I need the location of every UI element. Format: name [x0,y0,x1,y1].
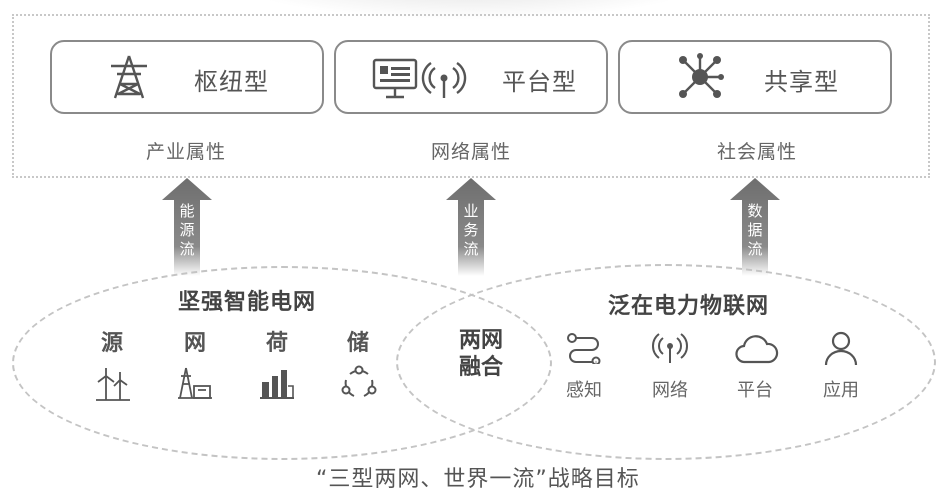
item-label-load: 荷 [266,331,289,356]
attribute-network: 网络属性 [431,141,512,163]
fusion-line-1: 两网 [458,328,503,353]
flow-arrow-energy: 能源流 [162,178,212,276]
flow-label-data: 数据流 [747,202,763,258]
type-label-hub: 枢纽型 [194,68,269,96]
strategy-goal-caption: “三型两网、世界一流”战略目标 [316,467,640,492]
sensing-icon [567,333,601,364]
flow-label-energy: 能源流 [179,202,195,258]
monitor-wifi-icon [372,58,467,99]
attribute-industry: 产业属性 [146,141,227,163]
power-station-icon [178,367,212,399]
type-label-platform: 平台型 [502,68,577,96]
iot-title: 泛在电力物联网 [608,294,770,319]
wind-turbine-icon [96,368,130,401]
item-label-source: 源 [101,331,124,356]
signal-icon [652,333,688,363]
flow-arrow-data: 数据流 [730,178,780,276]
item-label-network: 网络 [652,380,688,401]
type-box-hub: 枢纽型 [50,40,324,114]
item-label-platform: 平台 [737,380,773,401]
factory-icon [260,370,294,399]
item-label-application: 应用 [823,380,859,401]
flow-label-business: 业务流 [463,202,479,258]
cloud-icon [735,335,779,364]
fusion-line-2: 融合 [458,355,503,380]
storage-cycle-icon [341,365,377,397]
type-box-platform: 平台型 [334,40,608,114]
flow-arrow-business: 业务流 [446,178,496,276]
network-hub-icon [679,53,724,98]
user-icon [824,331,858,366]
item-label-storage: 储 [347,331,370,356]
fusion-label: 两网 融合 [446,327,516,381]
smart-grid-title: 坚强智能电网 [178,290,317,315]
transmission-tower-icon [111,55,147,99]
type-box-share: 共享型 [618,40,892,114]
type-label-share: 共享型 [764,68,839,96]
item-label-sensing: 感知 [566,380,602,401]
item-label-grid: 网 [184,331,207,356]
attribute-social: 社会属性 [717,141,798,163]
